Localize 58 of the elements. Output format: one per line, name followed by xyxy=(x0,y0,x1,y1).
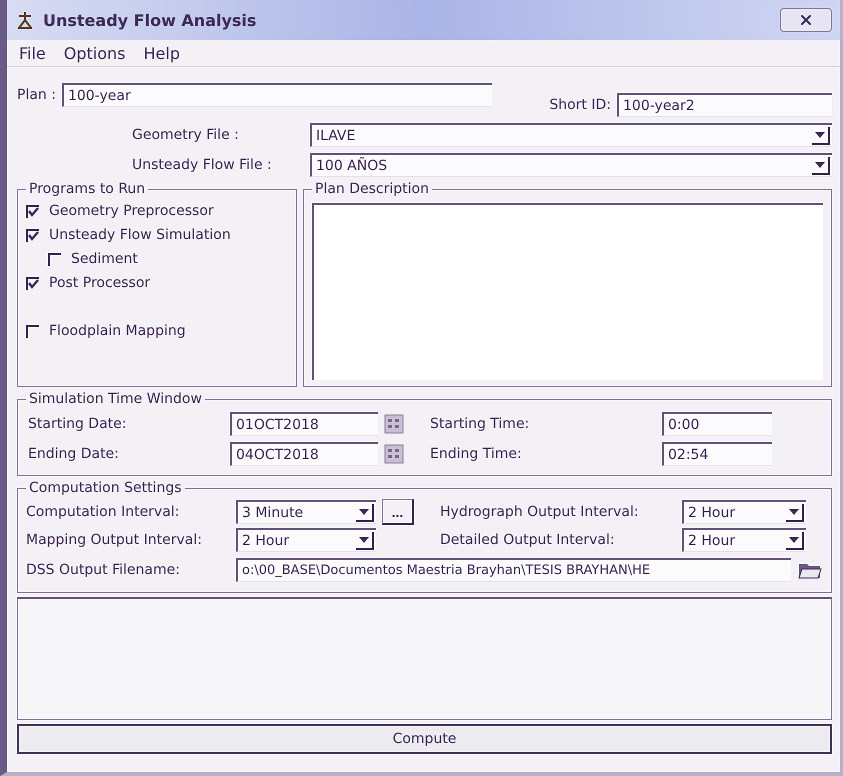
dropdown-arrow-icon xyxy=(789,508,799,514)
time-label: Ending Time: xyxy=(430,446,523,462)
checkbox-label: Unsteady Flow Simulation xyxy=(49,227,231,243)
calendar-icon[interactable] xyxy=(384,444,404,464)
group-title: Computation Settings xyxy=(28,480,182,496)
calendar-icon[interactable] xyxy=(384,414,404,434)
setting-label: Detailed Output Interval: xyxy=(440,532,616,548)
plan-label: Plan : xyxy=(17,87,56,103)
date-label: Ending Date: xyxy=(28,446,120,462)
group-title: Plan Description xyxy=(314,181,430,197)
group-title: Programs to Run xyxy=(28,181,146,197)
setting-label: DSS Output Filename: xyxy=(26,562,181,578)
checkbox-label: Post Processor xyxy=(49,275,150,291)
dropdown-arrow-icon xyxy=(789,536,799,542)
date-field[interactable]: 04OCT2018 xyxy=(230,442,378,466)
interval-select[interactable]: 2 Hour xyxy=(682,528,806,552)
short-id-field[interactable]: 100-year2 xyxy=(617,93,832,117)
setting-label: Computation Interval: xyxy=(26,504,180,520)
file-label: Geometry File : xyxy=(132,127,240,143)
interval-select[interactable]: 2 Hour xyxy=(236,528,376,552)
dropdown-arrow-icon xyxy=(359,536,369,542)
interval-select[interactable]: 3 Minute xyxy=(236,500,376,524)
time-field[interactable]: 02:54 xyxy=(662,442,772,466)
checkbox[interactable] xyxy=(26,324,39,338)
close-button[interactable] xyxy=(780,8,832,32)
dropdown-arrow-icon xyxy=(815,132,825,138)
checkbox[interactable] xyxy=(26,204,39,218)
plan-description-field[interactable] xyxy=(312,203,823,380)
file-select[interactable]: ILAVE xyxy=(310,123,832,147)
checkbox-label: Geometry Preprocessor xyxy=(49,203,214,219)
checkbox-label: Floodplain Mapping xyxy=(49,323,186,339)
dropdown-arrow-icon xyxy=(359,508,369,514)
plan-field[interactable]: 100-year xyxy=(62,83,492,107)
filename-field[interactable]: o:\00_BASE\Documentos Maestria Brayhan\TESIS BRAYHAN\HE xyxy=(236,558,791,582)
dropdown-arrow-icon xyxy=(815,162,825,168)
date-label: Starting Date: xyxy=(28,416,128,432)
time-field[interactable]: 0:00 xyxy=(662,412,772,436)
menu-item[interactable]: File xyxy=(19,44,46,62)
interval-select[interactable]: 2 Hour xyxy=(682,500,806,524)
time-label: Starting Time: xyxy=(430,416,530,432)
window-title: Unsteady Flow Analysis xyxy=(43,10,258,30)
close-icon xyxy=(798,12,814,28)
compute-button[interactable]: Compute xyxy=(17,724,832,754)
checkbox[interactable] xyxy=(26,276,39,290)
menu-item[interactable]: Options xyxy=(64,44,126,62)
more-button[interactable]: ... xyxy=(382,499,414,525)
menu-item[interactable]: Help xyxy=(144,44,180,62)
setting-label: Mapping Output Interval: xyxy=(26,532,203,548)
file-label: Unsteady Flow File : xyxy=(132,157,273,173)
date-field[interactable]: 01OCT2018 xyxy=(230,412,378,436)
file-select[interactable]: 100 AÑOS xyxy=(310,153,832,177)
setting-label: Hydrograph Output Interval: xyxy=(440,504,640,520)
checkbox[interactable] xyxy=(26,228,39,242)
group-title: Simulation Time Window xyxy=(28,391,203,407)
checkbox[interactable] xyxy=(48,252,61,266)
checkbox-label: Sediment xyxy=(71,251,138,267)
short-id-label: Short ID: xyxy=(549,97,611,113)
figure-icon xyxy=(15,10,35,30)
